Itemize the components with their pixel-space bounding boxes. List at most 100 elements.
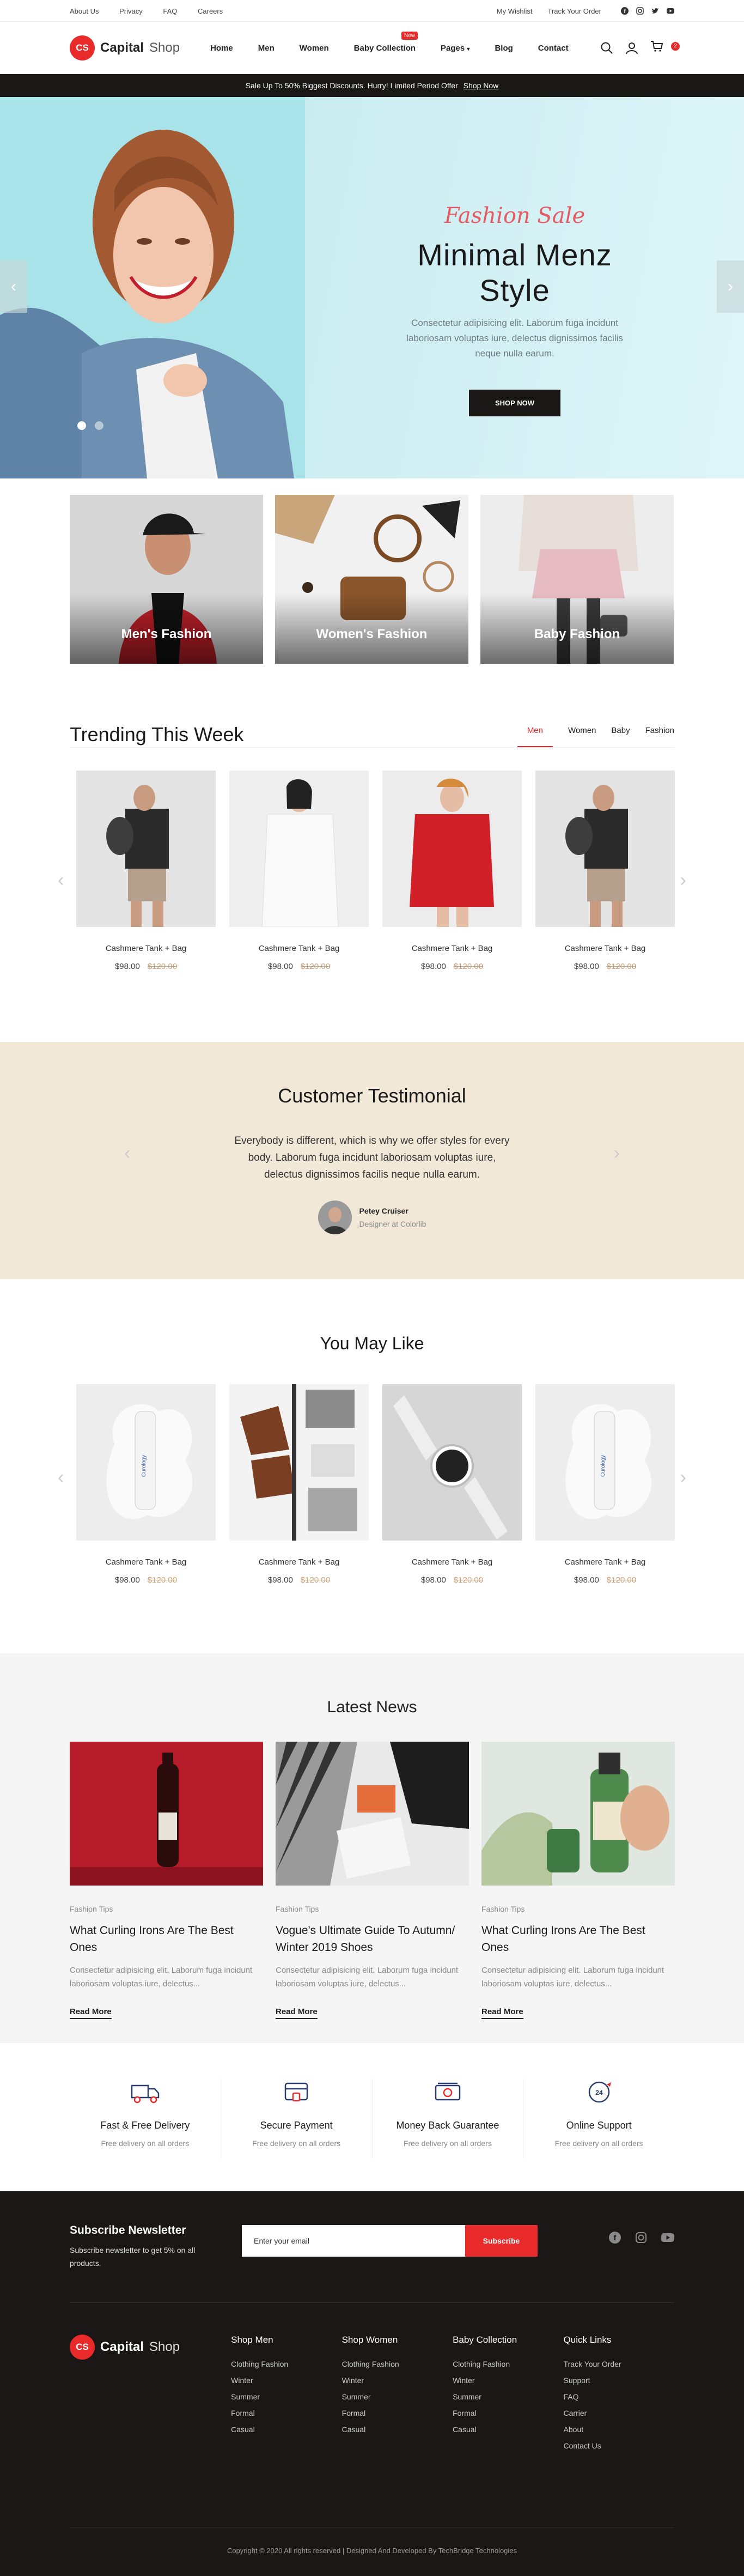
tab-women[interactable]: Women: [568, 715, 596, 747]
may-like-prev-arrow[interactable]: ‹: [58, 1467, 64, 1488]
footer-link[interactable]: Carrier: [564, 2409, 674, 2417]
product-card[interactable]: Cashmere Tank + Bag $98.00 $120.00: [229, 771, 369, 971]
svg-text:24: 24: [595, 2089, 603, 2096]
footer-link[interactable]: Formal: [342, 2409, 453, 2417]
may-like-next-arrow[interactable]: ›: [680, 1467, 686, 1488]
footer-link[interactable]: Formal: [231, 2409, 341, 2417]
product-card[interactable]: Cashmere Tank + Bag $98.00 $120.00: [76, 771, 216, 971]
footer-link[interactable]: Winter: [453, 2376, 563, 2385]
subscribe-button[interactable]: Subscribe: [465, 2225, 538, 2257]
category-women[interactable]: Women's Fashion: [275, 495, 468, 664]
news-card[interactable]: Fashion Tips What Curling Irons Are The …: [481, 1742, 675, 2019]
youtube-icon[interactable]: [667, 7, 674, 15]
chevron-right-icon: ›: [728, 277, 733, 295]
footer: Subscribe Newsletter Subscribe newslette…: [0, 2191, 744, 2576]
footer-logo[interactable]: CS Capital Shop: [70, 2335, 231, 2360]
tab-baby[interactable]: Baby: [611, 715, 630, 747]
feature-title: Fast & Free Delivery: [100, 2120, 190, 2131]
trending-prev-arrow[interactable]: ‹: [58, 870, 64, 891]
hero-dot[interactable]: [77, 421, 86, 430]
testimonial-section: Customer Testimonial ‹ › Everybody is di…: [0, 1042, 744, 1279]
footer-link[interactable]: Summer: [342, 2392, 453, 2401]
nav-baby-collection[interactable]: Baby Collection New: [354, 31, 418, 53]
product-card[interactable]: Cashmere Tank + Bag $98.00 $120.00: [382, 771, 522, 971]
hero-next-arrow[interactable]: ›: [717, 260, 744, 313]
testimonial-prev-arrow[interactable]: ‹: [124, 1143, 130, 1164]
nav-blog[interactable]: Blog: [495, 44, 513, 53]
email-field[interactable]: Enter your email: [242, 2225, 465, 2257]
footer-link[interactable]: Winter: [342, 2376, 453, 2385]
category-women-label: Women's Fashion: [316, 627, 428, 641]
footer-col-title: Baby Collection: [453, 2335, 517, 2345]
nav-men[interactable]: Men: [258, 44, 275, 53]
tab-men[interactable]: Men: [517, 715, 553, 747]
top-link-careers[interactable]: Careers: [198, 7, 223, 15]
product-card[interactable]: Curology Cashmere Tank + Bag $98.00 $120.…: [76, 1384, 216, 1585]
search-icon[interactable]: [600, 41, 613, 54]
nav-home[interactable]: Home: [210, 44, 233, 53]
facebook-icon[interactable]: f: [609, 2232, 621, 2244]
footer-link[interactable]: Casual: [231, 2425, 341, 2434]
product-card[interactable]: Cashmere Tank + Bag $98.00 $120.00: [229, 1384, 369, 1585]
instagram-icon[interactable]: [636, 7, 644, 15]
twitter-icon[interactable]: [651, 7, 659, 15]
footer-link[interactable]: Contact Us: [564, 2441, 674, 2450]
top-link-faq[interactable]: FAQ: [163, 7, 177, 15]
product-card[interactable]: Curology Cashmere Tank + Bag $98.00 $120.…: [535, 1384, 675, 1585]
footer-link[interactable]: Summer: [453, 2392, 563, 2401]
track-order-link[interactable]: Track Your Order: [547, 7, 601, 15]
footer-link[interactable]: Winter: [231, 2376, 341, 2385]
category-baby[interactable]: Baby Fashion: [480, 495, 674, 664]
wishlist-link[interactable]: My Wishlist: [497, 7, 533, 15]
chevron-down-icon: ▾: [467, 46, 470, 52]
footer-link[interactable]: Casual: [453, 2425, 563, 2434]
footer-link[interactable]: Clothing Fashion: [342, 2360, 453, 2368]
user-icon[interactable]: [625, 41, 638, 54]
footer-link[interactable]: Casual: [342, 2425, 453, 2434]
instagram-icon[interactable]: [635, 2232, 647, 2244]
read-more-link[interactable]: Read More: [70, 2007, 112, 2019]
nav-pages[interactable]: Pages ▾: [441, 44, 469, 53]
tab-fashion[interactable]: Fashion: [645, 715, 674, 747]
facebook-icon[interactable]: f: [621, 7, 629, 15]
footer-link[interactable]: Track Your Order: [564, 2360, 674, 2368]
promo-shop-now-link[interactable]: Shop Now: [464, 81, 499, 90]
nav-contact[interactable]: Contact: [538, 44, 569, 53]
logo[interactable]: CS Capital Shop: [70, 35, 180, 60]
newsletter: Subscribe Newsletter Subscribe newslette…: [70, 2191, 674, 2270]
feature-sub: Free delivery on all orders: [101, 2139, 190, 2148]
read-more-link[interactable]: Read More: [276, 2007, 318, 2019]
read-more-link[interactable]: Read More: [481, 2007, 523, 2019]
features-section: Fast & Free Delivery Free delivery on al…: [70, 2079, 674, 2159]
news-card[interactable]: Fashion Tips What Curling Irons Are The …: [70, 1742, 263, 2019]
newsletter-text: Subscribe newsletter to get 5% on all pr…: [70, 2246, 196, 2268]
footer-link[interactable]: Clothing Fashion: [231, 2360, 341, 2368]
youtube-icon[interactable]: [661, 2232, 674, 2244]
news-section: Latest News Fashion Tips What Curling Ir…: [0, 1653, 744, 2043]
footer-link[interactable]: Formal: [453, 2409, 563, 2417]
top-link-privacy[interactable]: Privacy: [119, 7, 143, 15]
news-headline[interactable]: Vogue's Ultimate Guide To Autumn/ Winter…: [276, 1922, 469, 1956]
footer-link[interactable]: Clothing Fashion: [453, 2360, 563, 2368]
category-men[interactable]: Men's Fashion: [70, 495, 263, 664]
footer-link[interactable]: About: [564, 2425, 674, 2434]
product-card[interactable]: Cashmere Tank + Bag $98.00 $120.00: [535, 771, 675, 971]
testimonial-next-arrow[interactable]: ›: [614, 1143, 620, 1164]
news-headline[interactable]: What Curling Irons Are The Best Ones: [481, 1922, 675, 1956]
trending-next-arrow[interactable]: ›: [680, 870, 686, 891]
shop-now-button[interactable]: SHOP NOW: [469, 390, 560, 416]
news-headline[interactable]: What Curling Irons Are The Best Ones: [70, 1922, 263, 1956]
hero-dot[interactable]: [95, 421, 103, 430]
feature-sub: Free delivery on all orders: [252, 2139, 341, 2148]
footer-link[interactable]: Support: [564, 2376, 674, 2385]
product-price: $98.00: [420, 962, 446, 971]
product-card[interactable]: Cashmere Tank + Bag $98.00 $120.00: [382, 1384, 522, 1585]
top-link-about[interactable]: About Us: [70, 7, 99, 15]
news-card[interactable]: Fashion Tips Vogue's Ultimate Guide To A…: [276, 1742, 469, 2019]
footer-link[interactable]: Summer: [231, 2392, 341, 2401]
hero-prev-arrow[interactable]: ‹: [0, 260, 27, 313]
footer-link[interactable]: FAQ: [564, 2392, 674, 2401]
nav-women[interactable]: Women: [300, 44, 329, 53]
footer-col-title: Shop Men: [231, 2335, 273, 2345]
cart-button[interactable]: 2: [650, 40, 680, 56]
